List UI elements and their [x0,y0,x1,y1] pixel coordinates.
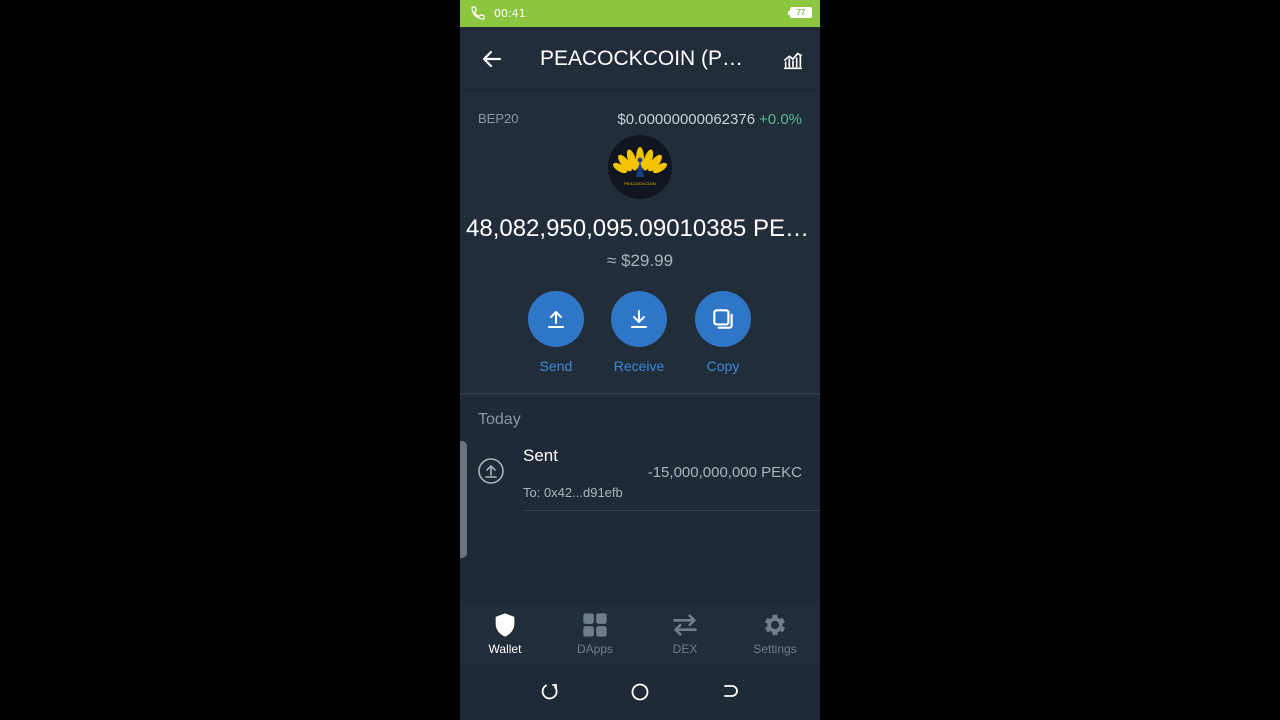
edge-panel-handle[interactable] [460,441,467,558]
receive-label: Receive [613,358,665,374]
action-buttons: Send Receive Copy [460,291,820,381]
nav-settings[interactable]: Settings [730,603,820,663]
nav-wallet-label: Wallet [488,642,522,656]
price-change: +0.0% [759,111,802,128]
swap-icon [673,614,697,636]
token-summary: BEP20 $0.00000000062376 +0.0% PEACOCKCOIN [460,91,820,394]
peacock-logo-graphic [612,147,668,177]
token-balance: 48,082,950,095.09010385 PEKC [466,215,814,242]
tx-amount: -15,000,000,000 PEKC [647,464,802,481]
send-button[interactable]: Send [514,291,598,374]
download-arrow-icon [631,310,647,328]
recent-apps-icon[interactable] [540,682,560,702]
grid-icon [583,613,607,637]
app-header: PEACOCKCOIN (PEKC) [460,27,820,91]
nav-settings-label: Settings [753,642,797,656]
price-value: $0.00000000062376 [617,111,756,128]
tx-type: Sent [523,446,558,465]
send-label: Send [539,358,573,374]
nav-dex[interactable]: DEX [640,603,730,663]
sent-arrow-icon [478,458,504,484]
home-icon[interactable] [630,682,650,702]
chart-icon[interactable] [782,49,804,71]
copy-circle[interactable] [695,291,751,347]
copy-icon [713,309,733,329]
network-label: BEP20 [478,111,519,126]
status-time: 00:41 [494,7,526,20]
gear-icon [764,614,786,636]
nav-dapps[interactable]: DApps [550,603,640,663]
nav-wallet[interactable]: Wallet [460,603,550,663]
shield-icon [495,613,515,637]
copy-button[interactable]: Copy [681,291,765,374]
nav-dapps-label: DApps [576,642,614,656]
receive-button[interactable]: Receive [597,291,681,374]
page-title: PEACOCKCOIN (PEKC) [540,47,750,70]
status-bar: 00:41 77 [460,0,820,27]
transaction-list: Today Sent To: 0x42...d91efb -15,000,000… [460,395,820,603]
battery-icon: 77 [788,7,812,18]
peacockcoin-logo-icon: PEACOCKCOIN [608,135,672,199]
system-navigation-bar [460,663,820,720]
upload-arrow-icon [548,311,564,328]
nav-dex-label: DEX [672,642,698,656]
send-circle[interactable] [528,291,584,347]
token-price: $0.00000000062376 +0.0% [617,111,802,128]
phone-call-icon [471,6,485,20]
back-nav-icon[interactable] [720,682,740,702]
list-item[interactable]: Sent To: 0x42...d91efb -15,000,000,000 P… [460,441,820,511]
back-arrow-icon[interactable] [480,47,504,71]
date-section-title: Today [478,411,521,428]
phone-screen: 00:41 77 PEACOCKCOIN (PEKC) BEP20 $0.000… [460,0,820,720]
logo-text: PEACOCKCOIN [624,181,656,186]
receive-circle[interactable] [611,291,667,347]
row-divider [523,510,820,511]
fiat-balance: ≈ $29.99 [606,251,674,270]
copy-label: Copy [706,358,740,374]
bottom-navigation: Wallet DApps DEX Settings [460,603,820,663]
tx-recipient: To: 0x42...d91efb [523,485,623,500]
